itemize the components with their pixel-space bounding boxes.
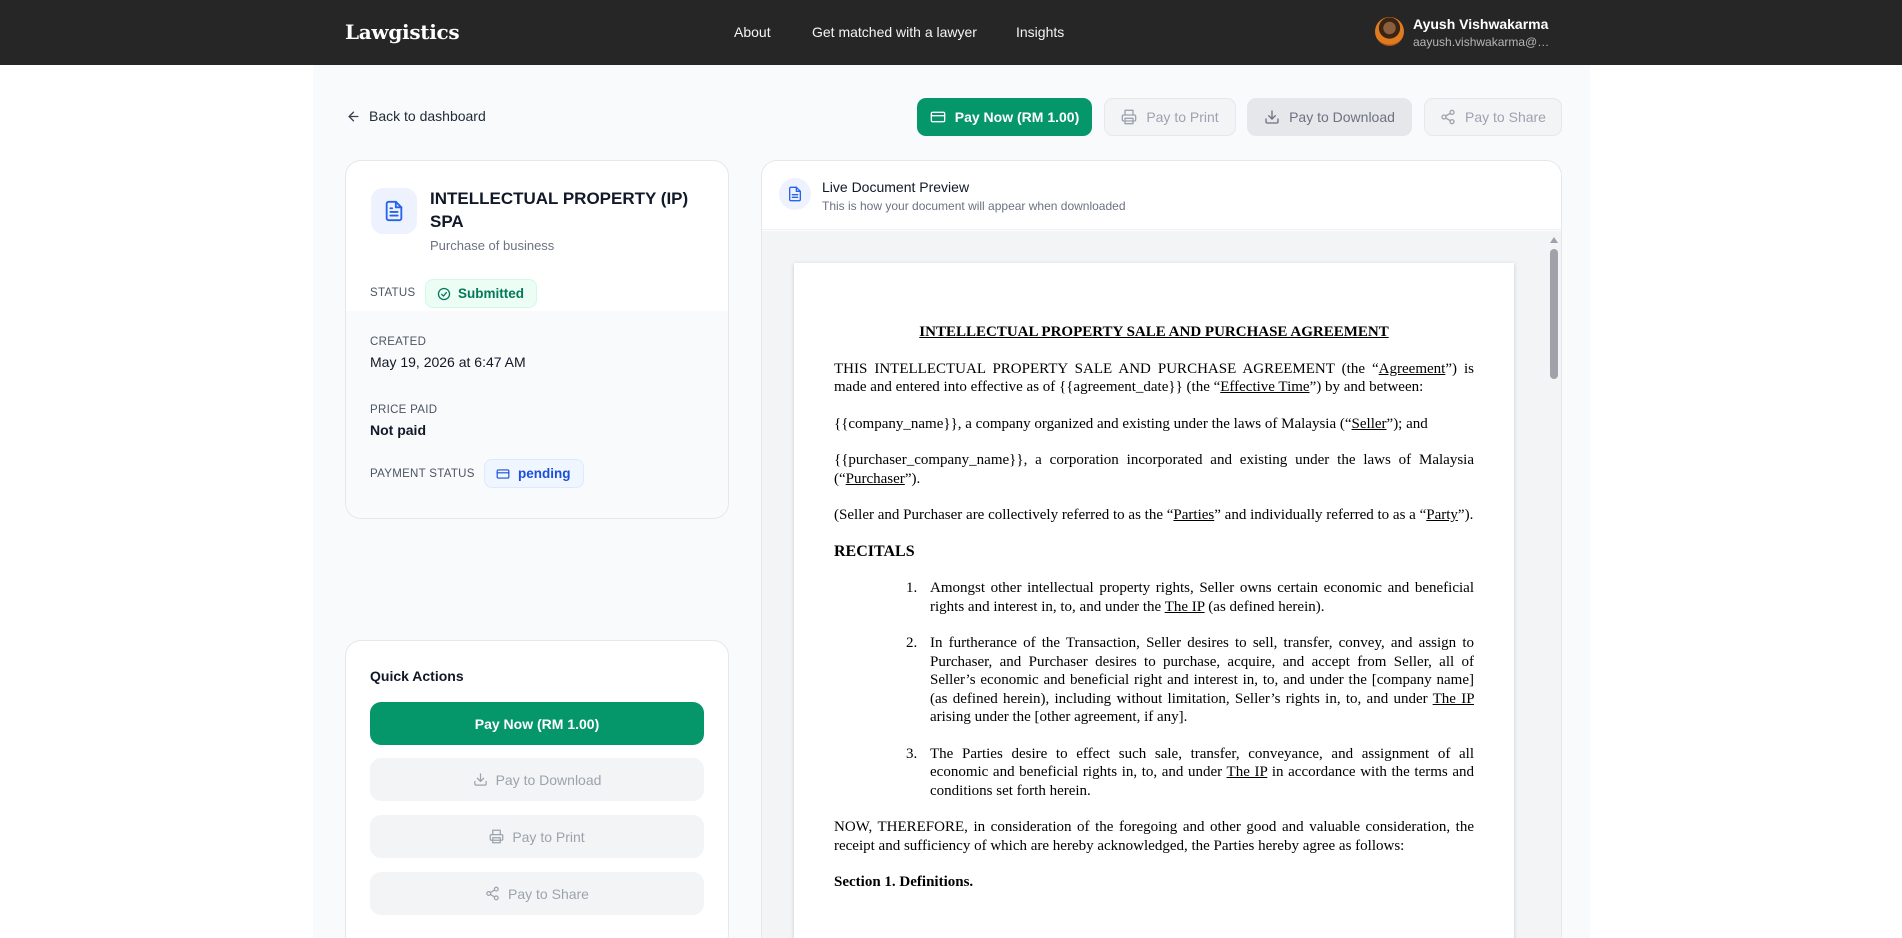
document-icon [789, 186, 801, 202]
preview-header: Live Document Preview This is how your d… [762, 161, 1561, 230]
document-meta: CREATED May 19, 2026 at 6:47 AM PRICE PA… [346, 311, 728, 518]
parties-clause: (Seller and Purchaser are collectively r… [834, 507, 1474, 523]
recital-item: 2. In furtherance of the Transaction, Se… [906, 635, 1474, 725]
printer-icon [489, 829, 504, 844]
recitals-heading: RECITALS [834, 542, 915, 560]
quick-actions-card: Quick Actions Pay Now (RM 1.00) Pay to D… [345, 640, 729, 938]
document-title: INTELLECTUAL PROPERTY (IP) SPA [430, 189, 689, 231]
purchaser-clause: {{purchaser_company_name}}, a corporatio… [834, 452, 1474, 487]
agreement-heading: INTELLECTUAL PROPERTY SALE AND PURCHASE … [919, 324, 1389, 340]
document-icon-badge [371, 188, 417, 234]
preview-scroll-area[interactable]: INTELLECTUAL PROPERTY SALE AND PURCHASE … [762, 231, 1561, 938]
pay-to-download-button[interactable]: Pay to Download [1247, 98, 1412, 136]
live-preview-card: Live Document Preview This is how your d… [761, 160, 1562, 938]
created-label: CREATED [370, 336, 427, 348]
quick-pay-now-label: Pay Now (RM 1.00) [474, 715, 600, 732]
user-email: aayush.vishwakarma@gr... [1413, 35, 1553, 49]
pay-to-download-label: Pay to Download [1289, 109, 1395, 125]
quick-pay-to-download-label: Pay to Download [495, 771, 602, 788]
pay-now-label: Pay Now (RM 1.00) [954, 109, 1080, 125]
brand-logo[interactable]: Lawgistics [345, 20, 460, 44]
credit-card-icon [930, 111, 946, 123]
status-badge: Submitted [425, 279, 537, 308]
quick-pay-to-share-label: Pay to Share [508, 885, 589, 902]
quick-pay-to-share-button[interactable]: Pay to Share [370, 872, 704, 915]
payment-status-badge: pending [484, 459, 584, 488]
status-label: STATUS [370, 287, 416, 299]
nav-insights[interactable]: Insights [1016, 24, 1064, 40]
price-paid-label: PRICE PAID [370, 404, 438, 416]
preview-subtitle: This is how your document will appear wh… [822, 199, 1126, 213]
quick-pay-now-button[interactable]: Pay Now (RM 1.00) [370, 702, 704, 745]
preview-title: Live Document Preview [822, 179, 970, 195]
top-navbar: Lawgistics About Get matched with a lawy… [0, 0, 1902, 65]
download-icon [1265, 110, 1279, 124]
quick-actions-title: Quick Actions [370, 668, 464, 684]
recital-item: 1. Amongst other intellectual property r… [906, 580, 1474, 615]
status-text: Submitted [458, 286, 524, 301]
scroll-up-arrow-icon[interactable] [1550, 237, 1558, 243]
payment-status-text: pending [518, 466, 571, 481]
quick-pay-to-print-label: Pay to Print [512, 828, 585, 845]
created-value: May 19, 2026 at 6:47 AM [370, 354, 526, 370]
back-label: Back to dashboard [369, 108, 486, 124]
nav-get-matched[interactable]: Get matched with a lawyer [812, 24, 977, 40]
document-icon [385, 200, 403, 222]
back-to-dashboard-link[interactable]: Back to dashboard [346, 108, 486, 124]
agreement-intro: THIS INTELLECTUAL PROPERTY SALE AND PURC… [834, 360, 1474, 396]
document-page: INTELLECTUAL PROPERTY SALE AND PURCHASE … [794, 263, 1514, 938]
user-name[interactable]: Ayush Vishwakarma [1413, 16, 1548, 32]
download-icon [473, 773, 487, 786]
credit-card-icon [496, 468, 510, 479]
printer-icon [1121, 109, 1137, 125]
pay-to-print-button[interactable]: Pay to Print [1104, 98, 1236, 136]
section-heading: Section 1. Definitions. [834, 874, 974, 890]
share-icon [1441, 109, 1455, 125]
pay-to-print-label: Pay to Print [1146, 109, 1219, 125]
now-therefore-clause: NOW, THEREFORE, in consideration of the … [834, 819, 1474, 854]
pay-now-button[interactable]: Pay Now (RM 1.00) [917, 98, 1092, 136]
preview-scrollbar[interactable] [1547, 235, 1561, 938]
share-icon [486, 886, 499, 901]
document-subtitle: Purchase of business [430, 238, 555, 253]
avatar[interactable] [1375, 17, 1404, 46]
pay-to-share-button[interactable]: Pay to Share [1424, 98, 1562, 136]
price-paid-value: Not paid [370, 422, 426, 438]
seller-clause: {{company_name}}, a company organized an… [834, 415, 1428, 432]
preview-icon-badge [779, 178, 811, 210]
pay-to-share-label: Pay to Share [1465, 109, 1546, 125]
payment-status-label: PAYMENT STATUS [370, 468, 475, 480]
quick-pay-to-download-button[interactable]: Pay to Download [370, 758, 704, 801]
arrow-left-icon [348, 111, 359, 121]
scrollbar-thumb[interactable] [1550, 249, 1558, 379]
check-circle-icon [437, 287, 451, 300]
quick-pay-to-print-button[interactable]: Pay to Print [370, 815, 704, 858]
recital-item: 3. The Parties desire to effect such sal… [906, 745, 1474, 799]
document-info-card: INTELLECTUAL PROPERTY (IP) SPA Purchase … [345, 160, 729, 519]
nav-about[interactable]: About [734, 24, 771, 40]
